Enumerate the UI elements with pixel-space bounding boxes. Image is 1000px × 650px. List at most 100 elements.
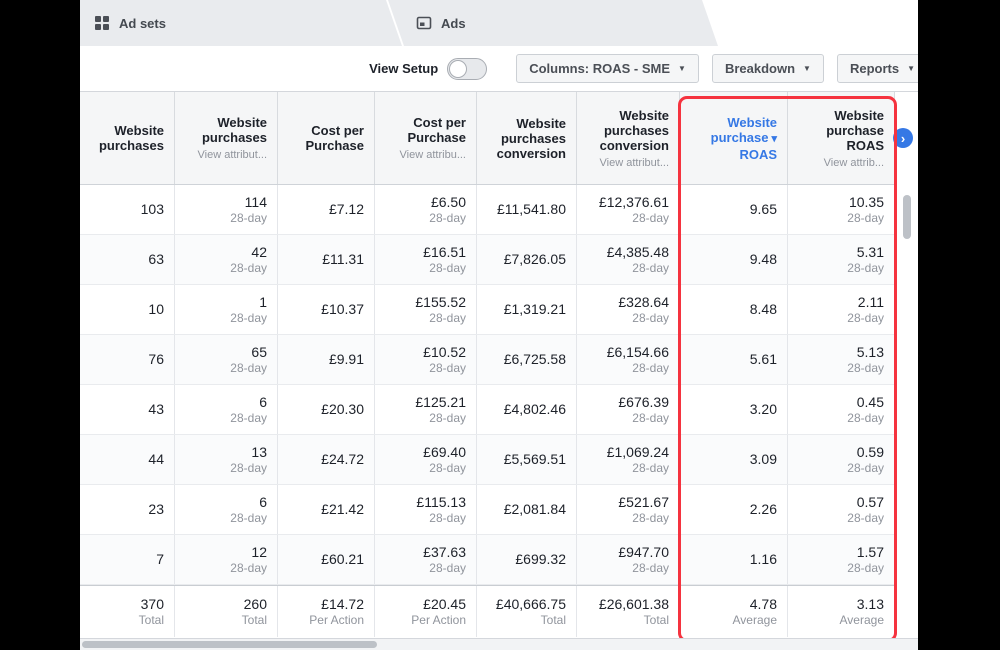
cell-value: 0.45 <box>857 394 884 411</box>
table-cell: 9.48 <box>680 235 788 284</box>
column-header-3[interactable]: Cost per PurchaseView attribu... <box>375 92 477 184</box>
table-cell: 5.1328-day <box>788 335 895 384</box>
column-header-7[interactable]: Website purchase ROASView attrib... <box>788 92 895 184</box>
column-header-2[interactable]: Cost per Purchase <box>278 92 375 184</box>
cell-value: £947.70 <box>618 544 669 561</box>
cell-value: £11.31 <box>322 251 364 268</box>
table-cell: £115.1328-day <box>375 485 477 534</box>
scroll-columns-right-button[interactable]: › <box>893 128 913 148</box>
cell-subtitle: Average <box>840 613 884 628</box>
cell-subtitle: 28-day <box>632 411 669 426</box>
table-total-cell: 370Total <box>80 586 175 637</box>
cell-value: 8.48 <box>750 301 777 318</box>
breakdown-button-label: Breakdown <box>725 61 795 76</box>
cell-value: 44 <box>148 451 164 468</box>
cell-value: £5,569.51 <box>504 451 566 468</box>
cell-value: 5.61 <box>750 351 777 368</box>
table-row[interactable]: 44 1328-day £24.72 £69.4028-day £5,569.51 £1,… <box>80 435 895 485</box>
column-title: Website purchase▾ <box>690 115 777 147</box>
cell-subtitle: Total <box>139 613 164 628</box>
cell-value: £1,069.24 <box>607 444 669 461</box>
cell-subtitle: 28-day <box>230 211 267 226</box>
table-cell: 7 <box>80 535 175 584</box>
vertical-scrollbar-thumb[interactable] <box>903 195 911 239</box>
tab-ad-sets[interactable]: Ad sets <box>80 0 402 46</box>
cell-value: 7 <box>156 551 164 568</box>
cell-value: £115.13 <box>416 494 466 511</box>
cell-value: 6 <box>259 494 267 511</box>
table-cell: £6.5028-day <box>375 185 477 234</box>
cell-value: £20.45 <box>423 596 466 613</box>
cell-value: £37.63 <box>423 544 466 561</box>
cell-value: 5.31 <box>857 244 884 261</box>
cell-value: £328.64 <box>618 294 669 311</box>
cell-value: 10 <box>148 301 164 318</box>
sort-caret-icon: ▾ <box>771 133 777 145</box>
table-cell: 1328-day <box>175 435 278 484</box>
table-total-cell: 3.13Average <box>788 586 895 637</box>
table-row[interactable]: 10311428-day£7.12£6.5028-day£11,541.80£1… <box>80 185 895 235</box>
table-cell: 3.09 <box>680 435 788 484</box>
cell-value: £40,666.75 <box>496 596 566 613</box>
table-total-cell: £40,666.75Total <box>477 586 577 637</box>
table-cell: £2,081.84 <box>477 485 577 534</box>
table-row[interactable]: 634228-day£11.31£16.5128-day£7,826.05£4,… <box>80 235 895 285</box>
table-row[interactable]: 766528-day£9.91£10.5228-day£6,725.58£6,1… <box>80 335 895 385</box>
cell-subtitle: 28-day <box>429 261 466 276</box>
table-row[interactable]: 43628-day£20.30£125.2128-day£4,802.46£67… <box>80 385 895 435</box>
cell-value: £24.72 <box>321 451 364 468</box>
column-title: Cost per Purchase <box>288 123 364 153</box>
cell-value: 3.20 <box>750 401 777 418</box>
table-cell: £4,385.4828-day <box>577 235 680 284</box>
cell-value: £2,081.84 <box>504 501 566 518</box>
cell-subtitle: 28-day <box>429 211 466 226</box>
table-cell: £24.72 <box>278 435 375 484</box>
cell-subtitle: 28-day <box>429 361 466 376</box>
table-cell: £7,826.05 <box>477 235 577 284</box>
column-header-4[interactable]: Website purchases conversion <box>477 92 577 184</box>
view-setup-label: View Setup <box>369 61 438 76</box>
table-cell: £10.5228-day <box>375 335 477 384</box>
cell-value: £155.52 <box>415 294 466 311</box>
table-cell: 10 <box>80 285 175 334</box>
breakdown-button[interactable]: Breakdown ▼ <box>712 54 824 83</box>
chevron-down-icon: ▼ <box>803 64 811 73</box>
reports-button[interactable]: Reports ▼ <box>837 54 918 83</box>
cell-subtitle: 28-day <box>230 261 267 276</box>
column-header-5[interactable]: Website purchases conversionView attribu… <box>577 92 680 184</box>
table-cell: £20.30 <box>278 385 375 434</box>
table-body: 10311428-day£7.12£6.5028-day£11,541.80£1… <box>80 185 895 637</box>
cell-subtitle: 28-day <box>632 261 669 276</box>
cell-value: £10.52 <box>423 344 466 361</box>
table-cell: £7.12 <box>278 185 375 234</box>
table-cell: 44 <box>80 435 175 484</box>
cell-value: 23 <box>148 501 164 518</box>
table-row[interactable]: 71228-day£60.21£37.6328-day£699.32£947.7… <box>80 535 895 585</box>
cell-value: 1.57 <box>857 544 884 561</box>
chevron-down-icon: ▼ <box>678 64 686 73</box>
table-cell: £16.5128-day <box>375 235 477 284</box>
horizontal-scrollbar-thumb[interactable] <box>82 641 377 648</box>
table-cell: £6,725.58 <box>477 335 577 384</box>
table-cell: 76 <box>80 335 175 384</box>
cell-value: 1.16 <box>750 551 777 568</box>
table-total-row: 370Total260Total£14.72Per Action£20.45Pe… <box>80 585 895 637</box>
table-cell: £69.4028-day <box>375 435 477 484</box>
cell-subtitle: 28-day <box>632 211 669 226</box>
table-row[interactable]: 23628-day£21.42£115.1328-day£2,081.84£52… <box>80 485 895 535</box>
table-cell: £676.3928-day <box>577 385 680 434</box>
table-row[interactable]: 10128-day£10.37£155.5228-day£1,319.21£32… <box>80 285 895 335</box>
view-setup-toggle[interactable] <box>447 58 487 80</box>
cell-value: 13 <box>251 444 267 461</box>
cell-value: £6,725.58 <box>504 351 566 368</box>
tab-ads[interactable]: Ads <box>388 0 718 46</box>
horizontal-scrollbar[interactable] <box>80 638 918 650</box>
column-header-6[interactable]: Website purchase▾ROAS <box>680 92 788 184</box>
column-header-1[interactable]: Website purchasesView attribut... <box>175 92 278 184</box>
cell-subtitle: 28-day <box>847 511 884 526</box>
column-title: Website purchases <box>185 115 267 145</box>
column-header-0[interactable]: Website purchases <box>80 92 175 184</box>
columns-button[interactable]: Columns: ROAS - SME ▼ <box>516 54 699 83</box>
cell-value: £21.42 <box>321 501 364 518</box>
table-cell: 23 <box>80 485 175 534</box>
